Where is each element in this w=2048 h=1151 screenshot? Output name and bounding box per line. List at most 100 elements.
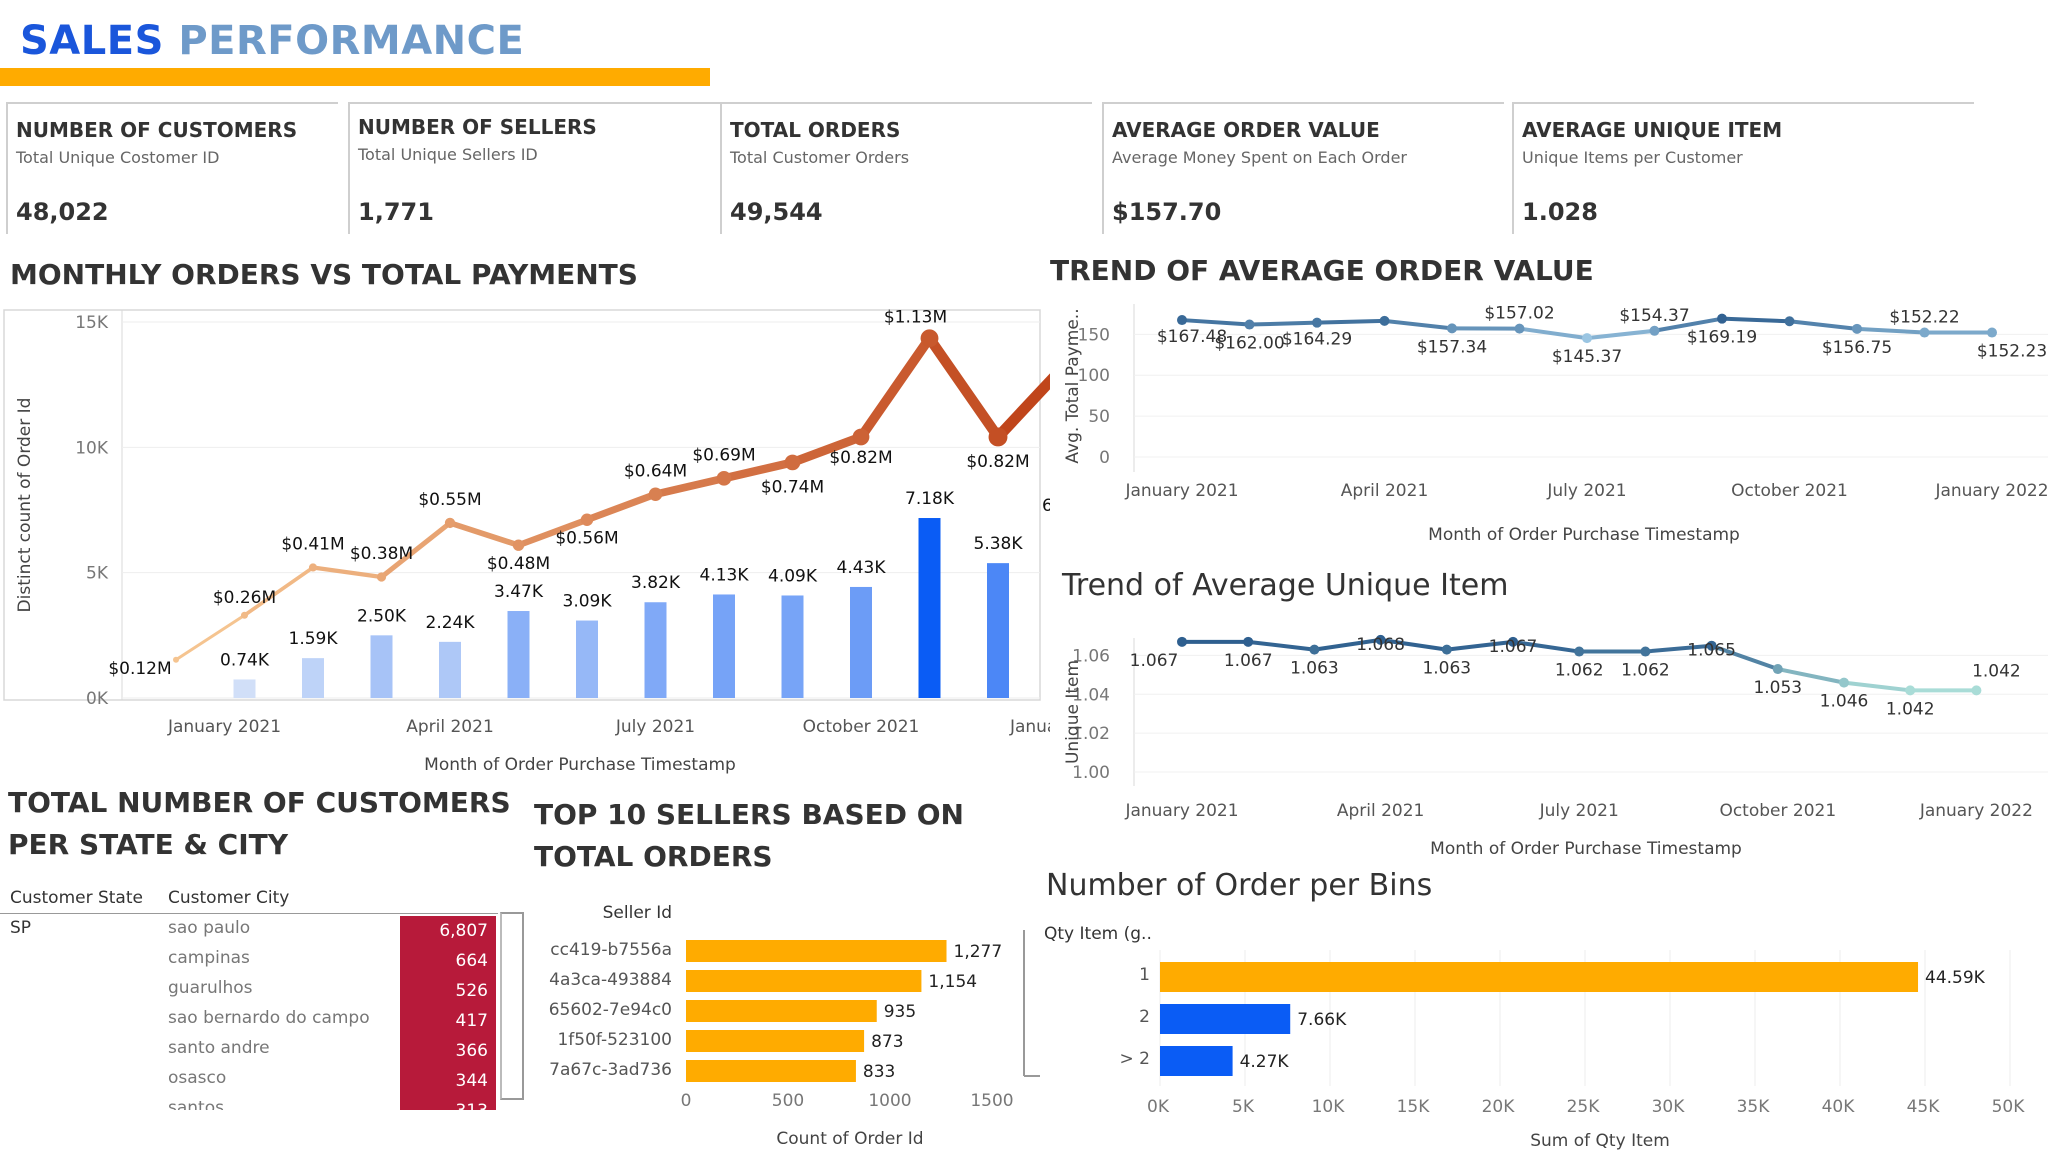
sellers-x-axis-title: Count of Order Id <box>776 1129 923 1149</box>
kpi-subtitle: Unique Items per Customer <box>1522 148 1743 167</box>
monthly-bar <box>987 563 1009 698</box>
monthly-bar-label: 3.09K <box>563 592 613 612</box>
monthly-x-tick: October 2021 <box>803 717 920 737</box>
aov-section-title: TREND OF AVERAGE ORDER VALUE <box>1050 254 1594 287</box>
bins-x-tick: 35K <box>1737 1097 1771 1117</box>
bins-x-tick: 50K <box>1992 1097 2026 1117</box>
table-city-cell: santos <box>168 1098 224 1110</box>
monthly-bar <box>713 594 735 698</box>
monthly-payment-label: $1.13M <box>884 307 947 327</box>
seller-value-label: 935 <box>884 1002 916 1022</box>
aov-y-axis-title: Avg. Total Payme.. <box>1063 308 1083 463</box>
monthly-payment-label: $0.82M <box>966 452 1029 472</box>
unique-value-label: 1.062 <box>1555 661 1604 681</box>
bins-bar <box>1160 1046 1233 1076</box>
unique-x-tick: January 2021 <box>1124 801 1238 821</box>
aov-segment <box>1247 320 1319 327</box>
monthly-payment-point <box>512 539 525 551</box>
unique-point <box>1441 644 1452 655</box>
aov-segment <box>1855 326 1927 335</box>
monthly-y-axis-title: Distinct count of Order Id <box>15 398 35 613</box>
unique-x-tick: July 2021 <box>1539 801 1619 821</box>
monthly-y-tick: 0K <box>86 689 109 709</box>
unique-value-label: 1.067 <box>1224 651 1273 671</box>
unique-point <box>1839 677 1849 688</box>
sellers-x-tick: 500 <box>772 1091 804 1111</box>
table-city-cell: campinas <box>168 948 250 968</box>
kpi-subtitle: Total Unique Costomer ID <box>16 148 220 167</box>
kpi-subtitle: Average Money Spent on Each Order <box>1112 148 1407 167</box>
aov-segment <box>1315 318 1387 325</box>
monthly-payment-label: $0.56M <box>555 529 618 549</box>
table-city-cell: osasco <box>168 1068 227 1088</box>
seller-id-label: cc419-b7556a <box>550 940 672 960</box>
monthly-bar <box>233 679 256 698</box>
aov-point <box>1244 319 1255 330</box>
unique-value-label: 1.067 <box>1489 637 1538 657</box>
monthly-bar-label: 7.18K <box>905 489 955 509</box>
sellers-x-tick: 1500 <box>970 1091 1013 1111</box>
aov-point <box>1987 327 1997 338</box>
aov-value-label: $164.29 <box>1282 330 1352 350</box>
customers-table: Customer State Customer City SP sao paul… <box>0 880 530 1110</box>
unique-value-label: 1.042 <box>1886 699 1935 719</box>
unique-value-label: 1.042 <box>1972 661 2021 681</box>
aov-x-tick: July 2021 <box>1546 481 1626 501</box>
seller-value-label: 1,277 <box>954 942 1003 962</box>
unique-point <box>1177 636 1187 647</box>
aov-point <box>1514 323 1525 334</box>
title-part-sales: SALES <box>20 18 164 64</box>
bins-category-label: 1 <box>1139 965 1150 985</box>
bins-value-label: 44.59K <box>1925 968 1986 988</box>
unique-value-label: 1.063 <box>1422 659 1471 679</box>
aov-y-tick: 0 <box>1099 448 1110 468</box>
monthly-bar <box>644 602 667 698</box>
monthly-bar <box>576 620 598 698</box>
bins-column-header: Qty Item (g.. <box>1044 924 1152 944</box>
monthly-payment-label: $0.69M <box>692 445 755 465</box>
unique-point <box>1640 646 1651 657</box>
seller-bar <box>686 940 947 962</box>
monthly-payment-label: $0.82M <box>829 448 892 468</box>
bins-chart: Qty Item (g.. 1 44.59K 2 7.66K > 2 4.27K 0K 5K… <box>1044 924 2026 1151</box>
unique-chart: 1.067 1.067 1.063 1.068 1.063 1.067 1.062 1.062… <box>1063 634 2048 859</box>
kpi-card-sellers: NUMBER OF SELLERS Total Unique Sellers I… <box>348 102 720 234</box>
sellers-title-line2: TOTAL ORDERS <box>534 840 773 873</box>
kpi-subtitle: Total Unique Sellers ID <box>358 145 538 164</box>
sellers-x-tick: 0 <box>681 1091 692 1111</box>
table-value-cell: 664 <box>400 946 496 976</box>
monthly-bar-label: 5.38K <box>974 534 1024 554</box>
unique-value-label: 1.068 <box>1356 635 1405 655</box>
aov-y-tick: 50 <box>1088 407 1110 427</box>
unique-y-tick: 1.00 <box>1072 763 1110 783</box>
kpi-title: NUMBER OF CUSTOMERS <box>16 118 298 142</box>
monthly-payment-label: $0.48M <box>487 554 550 574</box>
aov-value-label: $152.23 <box>1977 342 2047 362</box>
sellers-column-header: Seller Id <box>603 903 672 923</box>
monthly-y-tick: 15K <box>75 313 109 333</box>
monthly-y-tick: 5K <box>86 564 109 584</box>
monthly-bar-label: 2.24K <box>426 613 476 633</box>
unique-value-label: 1.067 <box>1130 651 1179 671</box>
monthly-payment-segment <box>992 373 1050 443</box>
monthly-x-tick: July 2021 <box>615 717 695 737</box>
aov-x-tick: April 2021 <box>1341 481 1429 501</box>
kpi-value: $157.70 <box>1112 198 1222 226</box>
customers-title-line2: PER STATE & CITY <box>8 828 289 861</box>
kpi-title: TOTAL ORDERS <box>730 118 901 142</box>
monthly-payment-point <box>444 517 456 529</box>
unique-segment <box>1842 680 1913 693</box>
table-scrollbar[interactable] <box>500 912 524 1100</box>
bins-x-tick: 5K <box>1232 1097 1255 1117</box>
aov-segment <box>1787 319 1859 331</box>
table-header-city: Customer City <box>168 888 290 908</box>
table-value-cell: 366 <box>400 1036 496 1066</box>
bins-bar <box>1160 1004 1291 1034</box>
unique-value-label: 1.062 <box>1621 661 1670 681</box>
title-underline <box>0 68 710 86</box>
table-value-cell: 417 <box>400 1006 496 1036</box>
aov-value-label: $169.19 <box>1687 328 1757 348</box>
unique-value-label: 1.053 <box>1753 678 1802 698</box>
aov-segment <box>1382 318 1454 331</box>
monthly-payment-point <box>648 487 663 502</box>
